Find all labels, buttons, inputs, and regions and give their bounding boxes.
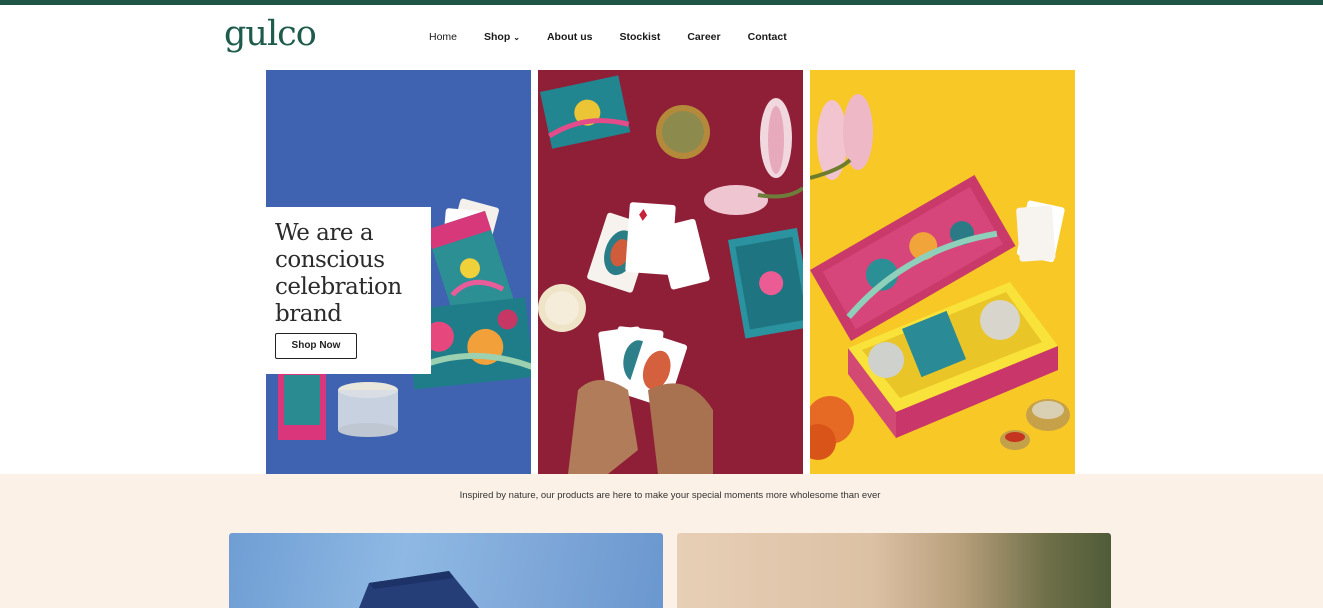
main-nav: Home Shop ⌄ About us Stockist Career Cont… [429, 30, 814, 44]
nav-contact-label: Contact [747, 31, 787, 43]
nav-career-label: Career [687, 31, 721, 43]
product-tile-left-image[interactable] [229, 533, 663, 608]
brand-tagline: Inspired by nature, our products are her… [459, 490, 881, 501]
hero-image-maroon-cards [538, 70, 803, 474]
shop-now-button[interactable]: Shop Now [275, 333, 357, 359]
nav-stockist-label: Stockist [619, 31, 661, 43]
nav-shop-label: Shop [484, 30, 511, 43]
nav-about-label: About us [546, 31, 593, 43]
nav-stockist[interactable]: Stockist [619, 30, 660, 44]
hero-text-card: We are a conscious celebration brand Sho… [266, 207, 431, 374]
top-accent-bar [0, 0, 1323, 5]
nav-home-label: Home [429, 31, 458, 43]
nav-contact[interactable]: Contact [748, 30, 787, 44]
nav-about-us[interactable]: About us [547, 30, 593, 44]
brand-logo[interactable]: gulco [224, 14, 317, 54]
nav-career[interactable]: Career [687, 30, 720, 44]
nav-home[interactable]: Home [429, 30, 457, 44]
product-tile-right-image[interactable] [677, 533, 1111, 608]
nav-shop[interactable]: Shop ⌄ [484, 30, 520, 45]
hero-image-yellow-giftbox [810, 70, 1075, 474]
chevron-down-icon: ⌄ [513, 32, 520, 42]
hero-title: We are a conscious celebration brand [275, 220, 402, 327]
